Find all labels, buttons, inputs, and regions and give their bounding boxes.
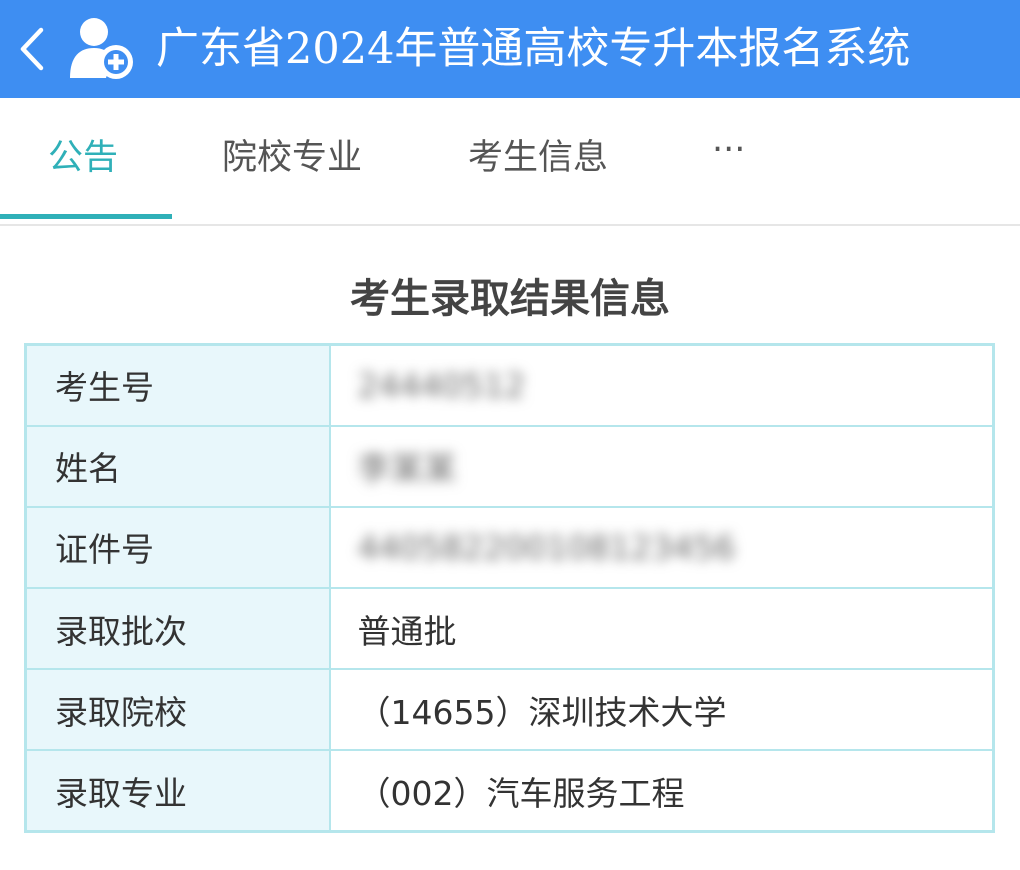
table-row: 录取专业 （002）汽车服务工程	[24, 749, 995, 833]
active-tab-indicator	[0, 214, 172, 219]
table-row: 考生号 24440512	[24, 343, 995, 427]
tab-candidate-info[interactable]: 考生信息	[468, 136, 608, 180]
row-value: 李某某	[328, 424, 995, 508]
row-value: 24440512	[328, 343, 995, 427]
table-row: 录取院校 （14655）深圳技术大学	[24, 668, 995, 752]
candidate-number-value: 24440512	[357, 365, 526, 405]
table-row: 姓名 李某某	[24, 424, 995, 508]
row-label: 证件号	[24, 505, 331, 589]
admission-school-value: （14655）深圳技术大学	[328, 668, 995, 752]
admission-batch-value: 普通批	[328, 586, 995, 671]
app-header: 广东省2024年普通高校专升本报名系统	[0, 0, 1020, 98]
row-label: 考生号	[24, 343, 331, 427]
row-value: 440582200108123456	[328, 505, 995, 589]
name-value: 李某某	[357, 449, 457, 489]
row-label: 录取院校	[24, 668, 331, 752]
tab-bar: 公告 院校专业 考生信息 ···	[0, 98, 1020, 226]
tab-schools-majors[interactable]: 院校专业	[222, 136, 362, 180]
row-label: 姓名	[24, 424, 331, 508]
row-label: 录取批次	[24, 586, 331, 671]
chevron-left-icon[interactable]	[12, 26, 52, 72]
table-row: 录取批次 普通批	[24, 586, 995, 671]
row-label: 录取专业	[24, 749, 331, 833]
tab-announcement[interactable]: 公告	[48, 136, 118, 180]
tab-more[interactable]: ···	[712, 128, 745, 172]
admission-major-value: （002）汽车服务工程	[328, 749, 995, 833]
admission-result-table: 考生号 24440512 姓名 李某某 证件号 4405822001081234…	[24, 343, 995, 833]
app-title: 广东省2024年普通高校专升本报名系统	[156, 24, 911, 74]
table-row: 证件号 440582200108123456	[24, 505, 995, 589]
user-add-icon	[66, 16, 134, 82]
id-number-value: 440582200108123456	[357, 527, 736, 567]
section-title: 考生录取结果信息	[350, 276, 670, 322]
